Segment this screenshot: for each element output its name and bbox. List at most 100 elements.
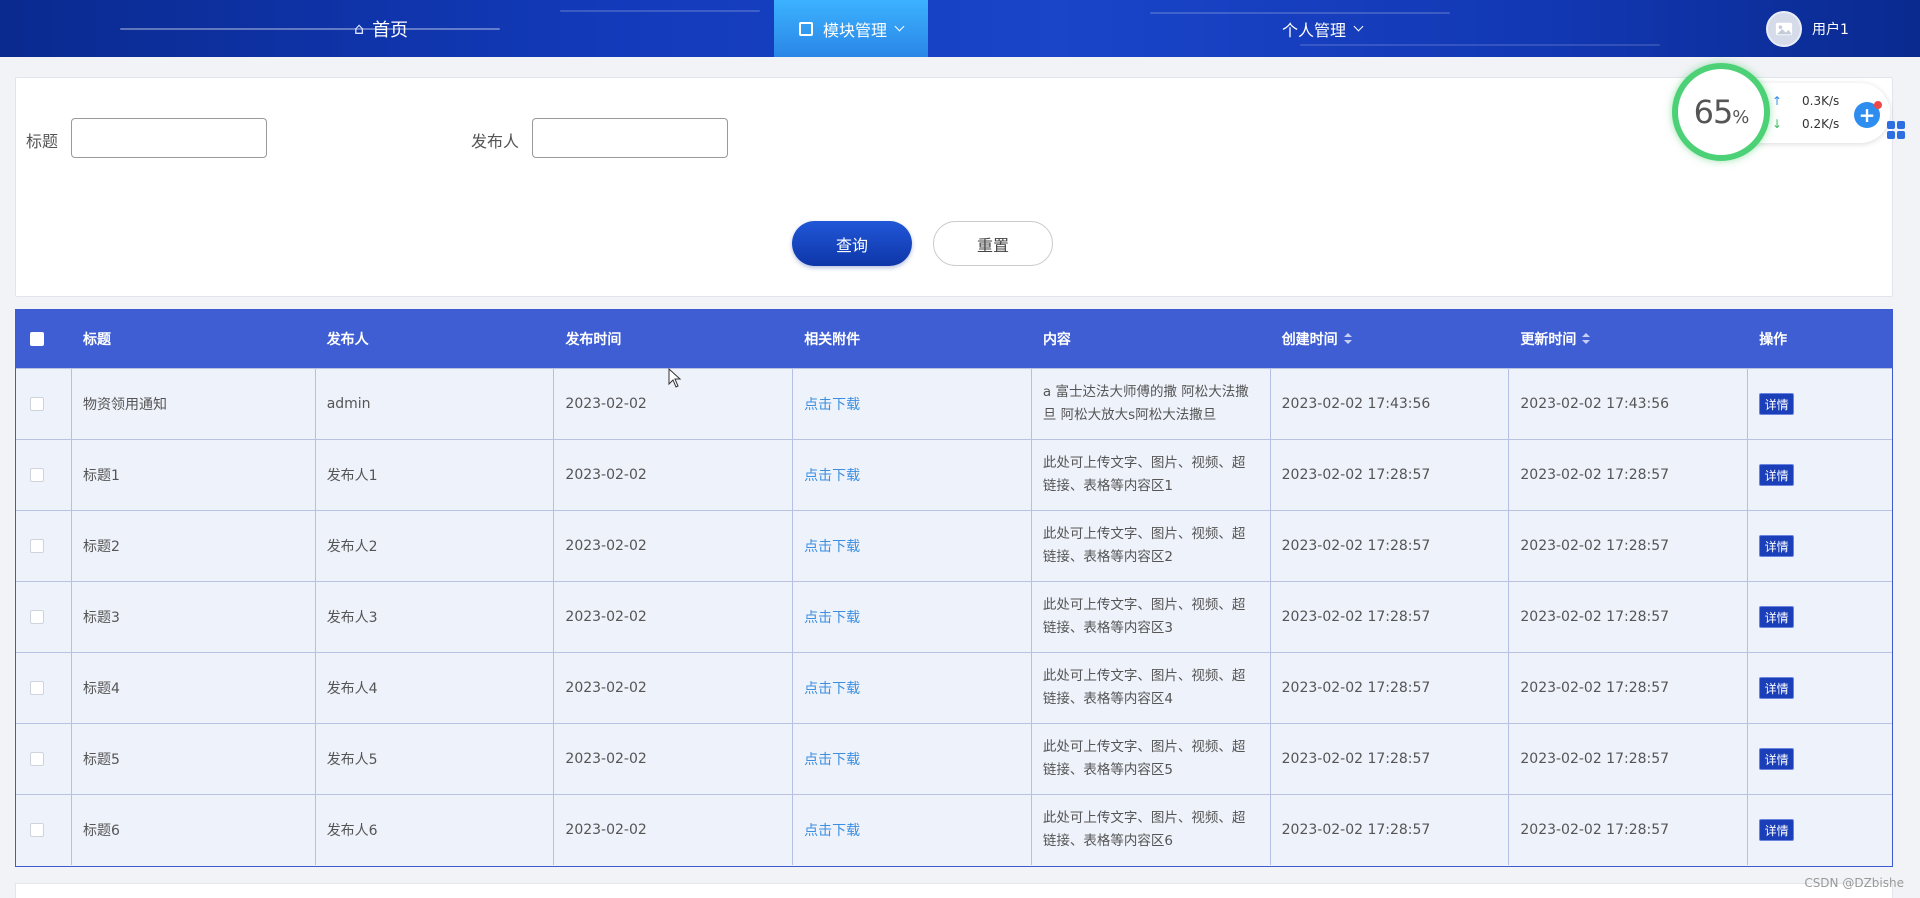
cell-publisher: 发布人2 [316,511,555,581]
row-checkbox[interactable] [30,681,44,695]
sort-icon[interactable] [1343,333,1352,345]
cell-actions: 详情 [1748,724,1892,794]
upload-arrow-icon: ↑ [1772,94,1783,108]
header-publish-time: 发布时间 [565,332,622,348]
cell-publisher: 发布人6 [316,795,555,865]
cell-actions: 详情 [1748,653,1892,723]
cell-actions: 详情 [1748,440,1892,510]
cell-date: 2023-02-02 [554,582,794,652]
nav-home[interactable]: ⌂ 首页 [354,0,408,57]
download-link[interactable]: 点击下载 [804,394,860,414]
row-select[interactable] [16,369,72,439]
cell-updated: 2023-02-02 17:28:57 [1509,795,1749,865]
title-label: 标题 [26,132,59,151]
apps-grid-icon[interactable] [1886,120,1906,140]
cell-attachment: 点击下载 [793,511,1032,581]
upload-row: ↑ 0.3K/s [1772,94,1839,108]
cell-date: 2023-02-02 [554,440,794,510]
nav-user[interactable]: 用户1 [1766,0,1849,57]
row-checkbox[interactable] [30,397,44,411]
cell-title: 标题6 [72,795,316,865]
nav-personal-management[interactable]: 个人管理 [1282,0,1364,57]
row-checkbox[interactable] [30,823,44,837]
nav-home-label: 首页 [372,19,409,41]
cell-created: 2023-02-02 17:28:57 [1271,795,1510,865]
cell-title: 标题4 [72,653,316,723]
detail-button[interactable]: 详情 [1759,677,1795,699]
query-button[interactable]: 查询 [792,221,912,266]
row-select[interactable] [16,440,72,510]
header-publisher: 发布人 [326,332,369,348]
module-icon [798,21,813,36]
sort-icon[interactable] [1582,333,1591,345]
row-checkbox[interactable] [30,539,44,553]
cell-content: a 富士达法大师傅的撒 阿松大法撒旦 阿松大放大s阿松大法撒旦 [1032,369,1271,439]
cell-attachment: 点击下载 [793,582,1032,652]
header-updated-time[interactable]: 更新时间 [1509,310,1748,368]
avatar[interactable] [1766,10,1802,47]
table-row: 标题3 发布人3 2023-02-02 点击下载 此处可上传文字、图片、视频、超… [16,581,1892,652]
row-checkbox[interactable] [30,610,44,624]
cell-attachment: 点击下载 [793,653,1032,723]
data-table: 标题 发布人 发布时间 相关附件 内容 创建时间 更新时间 操作 物资领用通知 … [15,309,1893,867]
row-select[interactable] [16,582,72,652]
cell-actions: 详情 [1748,582,1892,652]
table-row: 标题6 发布人6 2023-02-02 点击下载 此处可上传文字、图片、视频、超… [16,794,1892,865]
cell-created: 2023-02-02 17:28:57 [1271,724,1510,794]
memory-gauge[interactable]: 65% [1672,63,1770,161]
pagination-bar [15,883,1893,898]
download-link[interactable]: 点击下载 [804,749,860,769]
cell-date: 2023-02-02 [554,511,794,581]
header-actions: 操作 [1759,332,1788,348]
cell-updated: 2023-02-02 17:43:56 [1509,369,1749,439]
download-link[interactable]: 点击下载 [804,465,860,485]
header-updated-label: 更新时间 [1520,332,1577,348]
cell-created: 2023-02-02 17:43:56 [1271,369,1510,439]
detail-button[interactable]: 详情 [1759,819,1795,841]
detail-button[interactable]: 详情 [1759,535,1795,557]
user-name: 用户1 [1812,21,1849,38]
row-select[interactable] [16,795,72,865]
cell-title: 标题3 [72,582,316,652]
header-attachment: 相关附件 [804,332,861,348]
nav-module-management[interactable]: 模块管理 [774,0,928,57]
header-created-time[interactable]: 创建时间 [1271,310,1510,368]
cell-updated: 2023-02-02 17:28:57 [1509,440,1749,510]
cell-actions: 详情 [1748,369,1892,439]
row-select[interactable] [16,653,72,723]
cell-attachment: 点击下载 [793,440,1032,510]
cell-date: 2023-02-02 [554,653,794,723]
cell-content: 此处可上传文字、图片、视频、超链接、表格等内容区1 [1032,440,1271,510]
cell-date: 2023-02-02 [554,724,794,794]
cell-actions: 详情 [1748,511,1892,581]
reset-button[interactable]: 重置 [933,221,1053,266]
table-row: 标题5 发布人5 2023-02-02 点击下载 此处可上传文字、图片、视频、超… [16,723,1892,794]
header-select-all[interactable] [16,310,72,368]
download-link[interactable]: 点击下载 [804,820,860,840]
cell-attachment: 点击下载 [793,795,1032,865]
download-link[interactable]: 点击下载 [804,678,860,698]
table-row: 标题4 发布人4 2023-02-02 点击下载 此处可上传文字、图片、视频、超… [16,652,1892,723]
download-link[interactable]: 点击下载 [804,536,860,556]
table-row: 标题1 发布人1 2023-02-02 点击下载 此处可上传文字、图片、视频、超… [16,439,1892,510]
download-link[interactable]: 点击下载 [804,607,860,627]
detail-button[interactable]: 详情 [1759,393,1795,415]
gauge-percent: 65 [1693,93,1734,131]
nav-decoration [120,28,500,30]
title-input[interactable] [71,118,267,158]
cell-publisher: 发布人4 [316,653,555,723]
detail-button[interactable]: 详情 [1759,748,1795,770]
row-checkbox[interactable] [30,468,44,482]
gauge-unit: % [1732,107,1749,128]
row-select[interactable] [16,724,72,794]
cell-updated: 2023-02-02 17:28:57 [1509,724,1749,794]
row-select[interactable] [16,511,72,581]
notification-dot [1874,101,1882,109]
row-checkbox[interactable] [30,752,44,766]
select-all-checkbox[interactable] [30,332,44,346]
detail-button[interactable]: 详情 [1759,606,1795,628]
gauge-value: 65% [1693,93,1750,131]
detail-button[interactable]: 详情 [1759,464,1795,486]
table-row: 物资领用通知 admin 2023-02-02 点击下载 a 富士达法大师傅的撒… [16,368,1892,439]
publisher-input[interactable] [532,118,728,158]
